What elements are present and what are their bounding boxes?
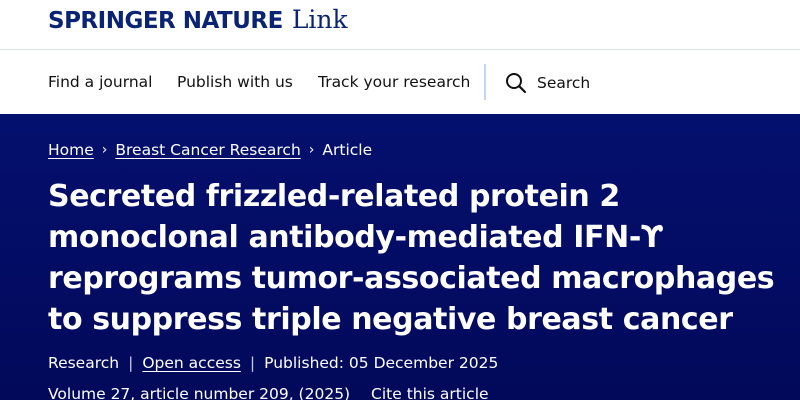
article-citation: Volume 27, article number 209, (2025) Ci… (48, 385, 489, 400)
breadcrumb-journal[interactable]: Breast Cancer Research (115, 141, 300, 159)
chevron-right-icon: › (308, 142, 315, 158)
article-type: Research (48, 354, 120, 372)
cite-this-article-link[interactable]: Cite this article (371, 385, 489, 400)
springer-nature-link-logo[interactable]: SPRINGER NATURE Link (48, 5, 348, 34)
open-access-link[interactable]: Open access (142, 354, 241, 372)
meta-divider: | (249, 354, 256, 372)
search-icon (505, 72, 527, 94)
search-button[interactable]: Search (505, 51, 590, 114)
chevron-right-icon: › (101, 142, 108, 158)
search-label: Search (537, 73, 591, 92)
volume-info: Volume 27, article number 209, (2025) (48, 385, 351, 400)
breadcrumb-home[interactable]: Home (48, 141, 94, 159)
meta-divider: | (128, 354, 134, 372)
nav-track-your-research[interactable]: Track your research (318, 51, 470, 114)
site-header: SPRINGER NATURE Link (0, 0, 800, 50)
breadcrumb: Home › Breast Cancer Research › Article (48, 141, 372, 159)
breadcrumb-current: Article (322, 141, 373, 159)
published-date: Published: 05 December 2025 (264, 354, 499, 372)
nav-find-a-journal[interactable]: Find a journal (48, 51, 152, 114)
nav-publish-with-us[interactable]: Publish with us (177, 51, 293, 114)
logo-link-text: Link (291, 5, 348, 34)
article-meta: Research | Open access | Published: 05 D… (48, 354, 498, 372)
main-navigation: Find a journal Publish with us Track you… (0, 51, 800, 114)
article-title: Secreted frizzled-related protein 2 mono… (48, 179, 775, 337)
logo-brand-text: SPRINGER NATURE (48, 8, 283, 34)
article-header: Home › Breast Cancer Research › Article … (0, 114, 800, 400)
nav-divider (484, 64, 486, 100)
